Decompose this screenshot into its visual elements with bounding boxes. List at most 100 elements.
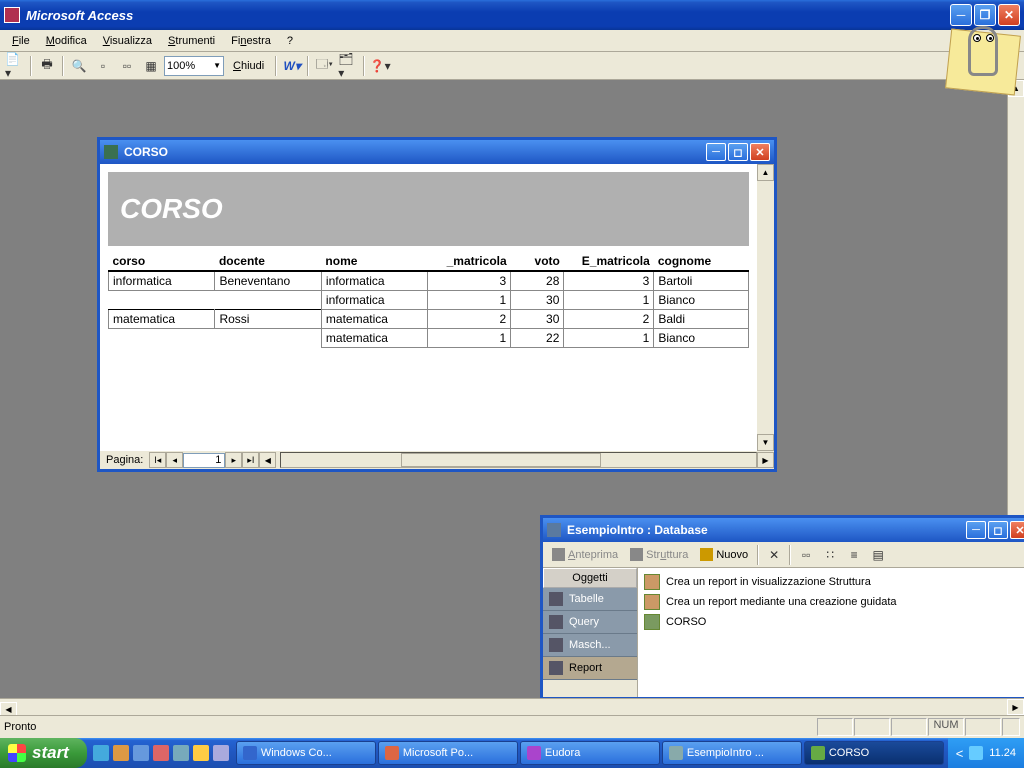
col-voto: voto [511, 252, 564, 271]
status-indicator [1002, 718, 1020, 736]
two-page-button[interactable]: ▫▫ [116, 55, 138, 77]
db-nuovo-button[interactable]: Nuovo [695, 546, 753, 563]
taskbar-button[interactable]: Eudora [520, 741, 660, 765]
sidebar-header: Oggetti [543, 568, 637, 588]
zoom-combo[interactable]: 100%▼ [164, 56, 224, 76]
db-large-icons-button[interactable]: ▫▫ [795, 544, 817, 566]
scroll-down-icon[interactable]: ▼ [757, 434, 774, 451]
close-preview-button[interactable]: CChiudihiudi [226, 56, 271, 76]
db-list-button[interactable]: ≡ [843, 544, 865, 566]
office-assistant-clippy[interactable] [940, 20, 1020, 100]
tray-clock: 11.24 [989, 747, 1016, 759]
quicklaunch-icon[interactable] [193, 745, 209, 761]
page-number-input[interactable] [183, 453, 225, 468]
col-matricola: _matricola [428, 252, 511, 271]
one-page-button[interactable]: ▫ [92, 55, 114, 77]
menu-file[interactable]: FFileile [6, 33, 36, 49]
report-window-corso: CORSO ─ ◻ ✕ ▲ ▼ CORSO corso docente [97, 137, 777, 472]
taskbar-button[interactable]: EsempioIntro ... [662, 741, 802, 765]
quicklaunch-icon[interactable] [133, 745, 149, 761]
print-button[interactable]: 🖶 [36, 55, 58, 77]
report-preview-area[interactable]: CORSO corso docente nome _matricola voto… [100, 164, 757, 451]
status-num-indicator: NUM [928, 718, 964, 736]
quick-launch [87, 745, 235, 761]
tray-chevron-icon[interactable]: < [956, 746, 964, 761]
taskbar-button[interactable]: Microsoft Po... [378, 741, 518, 765]
status-indicator [965, 718, 1001, 736]
list-item[interactable]: Crea un report in visualizzazione Strutt… [642, 572, 1024, 592]
db-minimize-button[interactable]: ─ [966, 521, 986, 539]
report-maximize-button[interactable]: ◻ [728, 143, 748, 161]
taskbar-button-active[interactable]: CORSO [804, 741, 944, 765]
wizard-icon [644, 574, 660, 590]
quicklaunch-icon[interactable] [213, 745, 229, 761]
windows-logo-icon [8, 744, 26, 762]
app-icon [243, 746, 257, 760]
word-button[interactable]: W▾ [281, 55, 303, 77]
scroll-right-icon[interactable]: ▶ [1007, 699, 1024, 715]
status-indicator [891, 718, 927, 736]
list-item-corso[interactable]: CORSO [642, 612, 1024, 632]
report-scrollbar-horizontal[interactable] [280, 452, 757, 468]
start-button[interactable]: start [0, 738, 87, 768]
menu-help[interactable]: ? [281, 33, 299, 49]
first-page-button[interactable]: I◂ [149, 452, 166, 468]
sidebar-item-maschere[interactable]: Masch... [543, 634, 637, 657]
sidebar-item-report[interactable]: Report [543, 657, 637, 680]
system-tray[interactable]: < 11.24 [948, 738, 1024, 768]
new-object-button[interactable]: 🗂▾ [337, 55, 359, 77]
help-button[interactable]: ❓▾ [369, 55, 391, 77]
scroll-up-icon[interactable]: ▲ [757, 164, 774, 181]
table-header-row: corso docente nome _matricola voto E_mat… [109, 252, 749, 271]
view-button[interactable]: 📄▾ [4, 55, 26, 77]
report-scrollbar-vertical[interactable]: ▲ ▼ [757, 164, 774, 451]
wizard-icon [644, 594, 660, 610]
db-maximize-button[interactable]: ◻ [988, 521, 1008, 539]
sidebar-item-query[interactable]: Query [543, 611, 637, 634]
menu-finestra[interactable]: Finestra [225, 33, 277, 49]
taskbar-button[interactable]: Windows Co... [236, 741, 376, 765]
last-page-button[interactable]: ▸I [242, 452, 259, 468]
zoom-button[interactable]: 🔍 [68, 55, 90, 77]
db-small-icons-button[interactable]: ∷ [819, 544, 841, 566]
quicklaunch-icon[interactable] [173, 745, 189, 761]
report-window-title: CORSO [124, 145, 168, 159]
next-page-button[interactable]: ▸ [225, 452, 242, 468]
tables-icon [549, 592, 563, 606]
report-close-button[interactable]: ✕ [750, 143, 770, 161]
report-icon [644, 614, 660, 630]
report-titlebar[interactable]: CORSO ─ ◻ ✕ [100, 140, 774, 164]
quicklaunch-icon[interactable] [153, 745, 169, 761]
menu-visualizza[interactable]: Visualizza [97, 33, 158, 49]
table-row: matematicaRossimatematica2302Baldi [109, 310, 749, 329]
db-titlebar[interactable]: EsempioIntro : Database ─ ◻ ✕ [543, 518, 1024, 542]
multi-page-button[interactable]: ▦ [140, 55, 162, 77]
db-anteprima-button[interactable]: Anteprima [547, 546, 623, 563]
menu-modifica[interactable]: Modifica [40, 33, 93, 49]
prev-page-button[interactable]: ◂ [166, 452, 183, 468]
report-icon [104, 145, 118, 159]
toolbar: 📄▾ 🖶 🔍 ▫ ▫▫ ▦ 100%▼ CChiudihiudi W▾ 🗔▾ 🗂… [0, 52, 1024, 80]
scroll-left-icon[interactable]: ◀ [259, 452, 276, 468]
list-item[interactable]: Crea un report mediante una creazione gu… [642, 592, 1024, 612]
db-delete-button[interactable]: ✕ [763, 544, 785, 566]
quicklaunch-icon[interactable] [113, 745, 129, 761]
mdi-scrollbar-horizontal[interactable]: ◀ ▶ [0, 698, 1024, 715]
report-heading-bar: CORSO [108, 172, 749, 246]
db-close-button[interactable]: ✕ [1010, 521, 1024, 539]
scroll-right-icon[interactable]: ▶ [757, 452, 774, 468]
col-cognome: cognome [654, 252, 749, 271]
db-window-button[interactable]: 🗔▾ [313, 55, 335, 77]
status-ready: Pronto [4, 721, 36, 733]
sidebar-item-tabelle[interactable]: Tabelle [543, 588, 637, 611]
page-label: Pagina: [100, 454, 149, 466]
menu-strumenti[interactable]: Strumenti [162, 33, 221, 49]
db-struttura-button[interactable]: Struttura [625, 546, 693, 563]
db-details-button[interactable]: ▤ [867, 544, 889, 566]
col-corso: corso [109, 252, 215, 271]
report-minimize-button[interactable]: ─ [706, 143, 726, 161]
app-icon [811, 746, 825, 760]
design-icon [630, 548, 643, 561]
tray-icon[interactable] [969, 746, 983, 760]
quicklaunch-icon[interactable] [93, 745, 109, 761]
